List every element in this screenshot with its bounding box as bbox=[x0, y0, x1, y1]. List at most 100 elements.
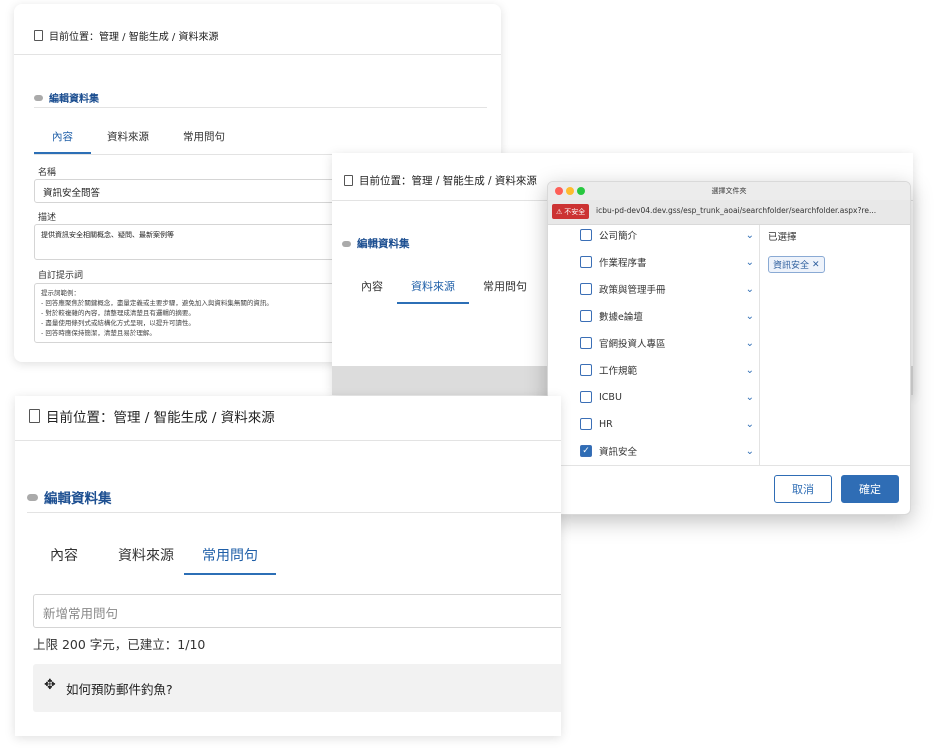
tab-bar: 內容 資料來源 常用問句 bbox=[50, 545, 276, 575]
section-title: 編輯資料集 bbox=[27, 487, 112, 507]
folder-name: 數據e論壇 bbox=[599, 312, 643, 323]
cancel-button[interactable]: 取消 bbox=[774, 475, 832, 503]
chevron-down-icon[interactable]: ⌄ bbox=[746, 257, 754, 268]
limit-text: 上限 200 字元，已建立：1/10 bbox=[33, 637, 206, 652]
new-question-placeholder: 新增常用問句 bbox=[43, 606, 119, 621]
cloud-icon bbox=[342, 240, 351, 247]
document-icon bbox=[344, 175, 353, 186]
cloud-icon bbox=[27, 493, 38, 501]
prompt-line: - 盡量使用條列式或結構化方式呈現，以提升可讀性。 bbox=[41, 319, 195, 327]
divider bbox=[14, 54, 501, 55]
question-item[interactable]: ✥ 如何預防郵件釣魚? bbox=[33, 664, 561, 712]
footer-divider bbox=[548, 465, 910, 466]
tab-content[interactable]: 內容 bbox=[34, 129, 91, 154]
folder-item[interactable]: 數據e論壇 ⌄ bbox=[580, 306, 754, 326]
checkbox[interactable] bbox=[580, 337, 592, 349]
prompt-line: - 回答時應保持簡潔，清楚且易於理解。 bbox=[41, 329, 156, 337]
chevron-down-icon[interactable]: ⌄ bbox=[746, 419, 754, 430]
checkbox[interactable] bbox=[580, 418, 592, 430]
section-title-text: 編輯資料集 bbox=[44, 491, 112, 507]
description-value: 提供資訊安全相關概念、疑問、最新案例等 bbox=[41, 231, 174, 239]
prompt-line: - 對於較複雜的內容，請整理成清楚且有邏輯的摘要。 bbox=[41, 309, 195, 317]
tab-questions[interactable]: 常用問句 bbox=[183, 129, 225, 144]
folder-item[interactable]: 官網投資人專區 ⌄ bbox=[580, 333, 754, 353]
tab-sources[interactable]: 資料來源 bbox=[107, 129, 149, 144]
folder-item[interactable]: ✓ 資訊安全 ⌄ bbox=[580, 441, 754, 461]
name-value: 資訊安全問答 bbox=[43, 188, 101, 199]
new-question-input[interactable]: 新增常用問句 bbox=[33, 594, 561, 628]
prompt-label: 自訂提示詞 bbox=[38, 271, 84, 281]
list-divider bbox=[759, 225, 760, 465]
folder-name: HR bbox=[599, 418, 613, 430]
tab-bar: 內容 資料來源 常用問句 bbox=[34, 129, 225, 154]
panel-questions-tab: 目前位置：管理 / 智能生成 / 資料來源 編輯資料集 內容 資料來源 常用問句… bbox=[15, 396, 561, 736]
prompt-line: 提示詞範例： bbox=[41, 289, 80, 297]
checkbox[interactable] bbox=[580, 256, 592, 268]
question-text: 如何預防郵件釣魚? bbox=[66, 682, 173, 697]
tab-sources[interactable]: 資料來源 bbox=[397, 278, 469, 304]
checkbox[interactable] bbox=[580, 364, 592, 376]
dialog-title: 選擇文件夾 bbox=[711, 187, 747, 195]
unsafe-badge[interactable]: ⚠ 不安全 bbox=[552, 204, 590, 219]
chevron-down-icon[interactable]: ⌄ bbox=[746, 365, 754, 376]
folder-name: 資訊安全 bbox=[599, 447, 638, 458]
section-title: 編輯資料集 bbox=[34, 90, 99, 105]
breadcrumb: 目前位置：管理 / 智能生成 / 資料來源 bbox=[344, 173, 537, 188]
title-bar: 選擇文件夾 bbox=[548, 182, 910, 200]
checkbox[interactable] bbox=[580, 283, 592, 295]
folder-item[interactable]: 公司簡介 ⌄ bbox=[580, 225, 754, 245]
chevron-down-icon[interactable]: ⌄ bbox=[746, 392, 754, 403]
chevron-down-icon[interactable]: ⌄ bbox=[746, 446, 754, 457]
tab-bar: 內容 資料來源 常用問句 bbox=[361, 278, 527, 304]
move-icon[interactable]: ✥ bbox=[44, 677, 56, 693]
checkbox-checked[interactable]: ✓ bbox=[580, 445, 592, 457]
section-title: 編輯資料集 bbox=[342, 236, 410, 251]
document-icon bbox=[29, 409, 40, 423]
tab-content[interactable]: 內容 bbox=[361, 278, 383, 294]
folder-name: 政策與管理手冊 bbox=[599, 285, 666, 296]
folder-name: 工作規範 bbox=[599, 366, 638, 377]
unsafe-label: 不安全 bbox=[564, 207, 586, 216]
folder-name: 作業程序書 bbox=[599, 258, 647, 269]
folder-name: ICBU bbox=[599, 391, 622, 403]
folder-name: 公司簡介 bbox=[599, 231, 638, 242]
folder-item[interactable]: ICBU ⌄ bbox=[580, 387, 754, 407]
folder-item[interactable]: 工作規範 ⌄ bbox=[580, 360, 754, 380]
tab-content[interactable]: 內容 bbox=[50, 545, 78, 565]
tab-questions[interactable]: 常用問句 bbox=[184, 545, 276, 575]
warning-icon: ⚠ bbox=[556, 207, 563, 216]
chevron-down-icon[interactable]: ⌄ bbox=[746, 338, 754, 349]
checkbox[interactable] bbox=[580, 310, 592, 322]
folder-item[interactable]: HR ⌄ bbox=[580, 414, 754, 434]
prompt-line: - 回答應聚焦於關鍵概念，盡量定義或主要步驟，避免加入與資料集無關的資訊。 bbox=[41, 299, 273, 307]
folder-item[interactable]: 政策與管理手冊 ⌄ bbox=[580, 279, 754, 299]
checkbox[interactable] bbox=[580, 229, 592, 241]
tab-sources[interactable]: 資料來源 bbox=[118, 545, 174, 565]
selected-tag-label: 資訊安全 bbox=[773, 261, 810, 271]
divider bbox=[15, 440, 561, 441]
section-title-text: 編輯資料集 bbox=[357, 238, 410, 250]
chevron-down-icon[interactable]: ⌄ bbox=[746, 284, 754, 295]
selected-tag[interactable]: 資訊安全 ✕ bbox=[768, 256, 825, 273]
close-icon[interactable]: ✕ bbox=[812, 260, 820, 270]
divider bbox=[34, 107, 487, 108]
folder-picker-dialog: 選擇文件夾 ⚠ 不安全 icbu-pd-dev04.dev.gss/esp_tr… bbox=[547, 181, 911, 515]
breadcrumb-text: 目前位置：管理 / 智能生成 / 資料來源 bbox=[49, 32, 219, 43]
tab-questions[interactable]: 常用問句 bbox=[483, 278, 527, 294]
breadcrumb-text: 目前位置：管理 / 智能生成 / 資料來源 bbox=[359, 175, 537, 187]
description-label: 描述 bbox=[38, 213, 57, 223]
section-title-text: 編輯資料集 bbox=[49, 94, 99, 105]
folder-name: 官網投資人專區 bbox=[599, 339, 666, 350]
checkbox[interactable] bbox=[580, 391, 592, 403]
document-icon bbox=[34, 30, 43, 41]
cloud-icon bbox=[34, 94, 43, 101]
name-label: 名稱 bbox=[38, 168, 57, 178]
breadcrumb: 目前位置：管理 / 智能生成 / 資料來源 bbox=[29, 406, 275, 426]
url-text: icbu-pd-dev04.dev.gss/esp_trunk_aoai/sea… bbox=[596, 206, 877, 215]
chevron-down-icon[interactable]: ⌄ bbox=[746, 230, 754, 241]
address-bar[interactable]: ⚠ 不安全 icbu-pd-dev04.dev.gss/esp_trunk_ao… bbox=[548, 200, 910, 225]
folder-item[interactable]: 作業程序書 ⌄ bbox=[580, 252, 754, 272]
confirm-button[interactable]: 確定 bbox=[841, 475, 899, 503]
selected-label: 已選擇 bbox=[768, 232, 797, 243]
chevron-down-icon[interactable]: ⌄ bbox=[746, 311, 754, 322]
